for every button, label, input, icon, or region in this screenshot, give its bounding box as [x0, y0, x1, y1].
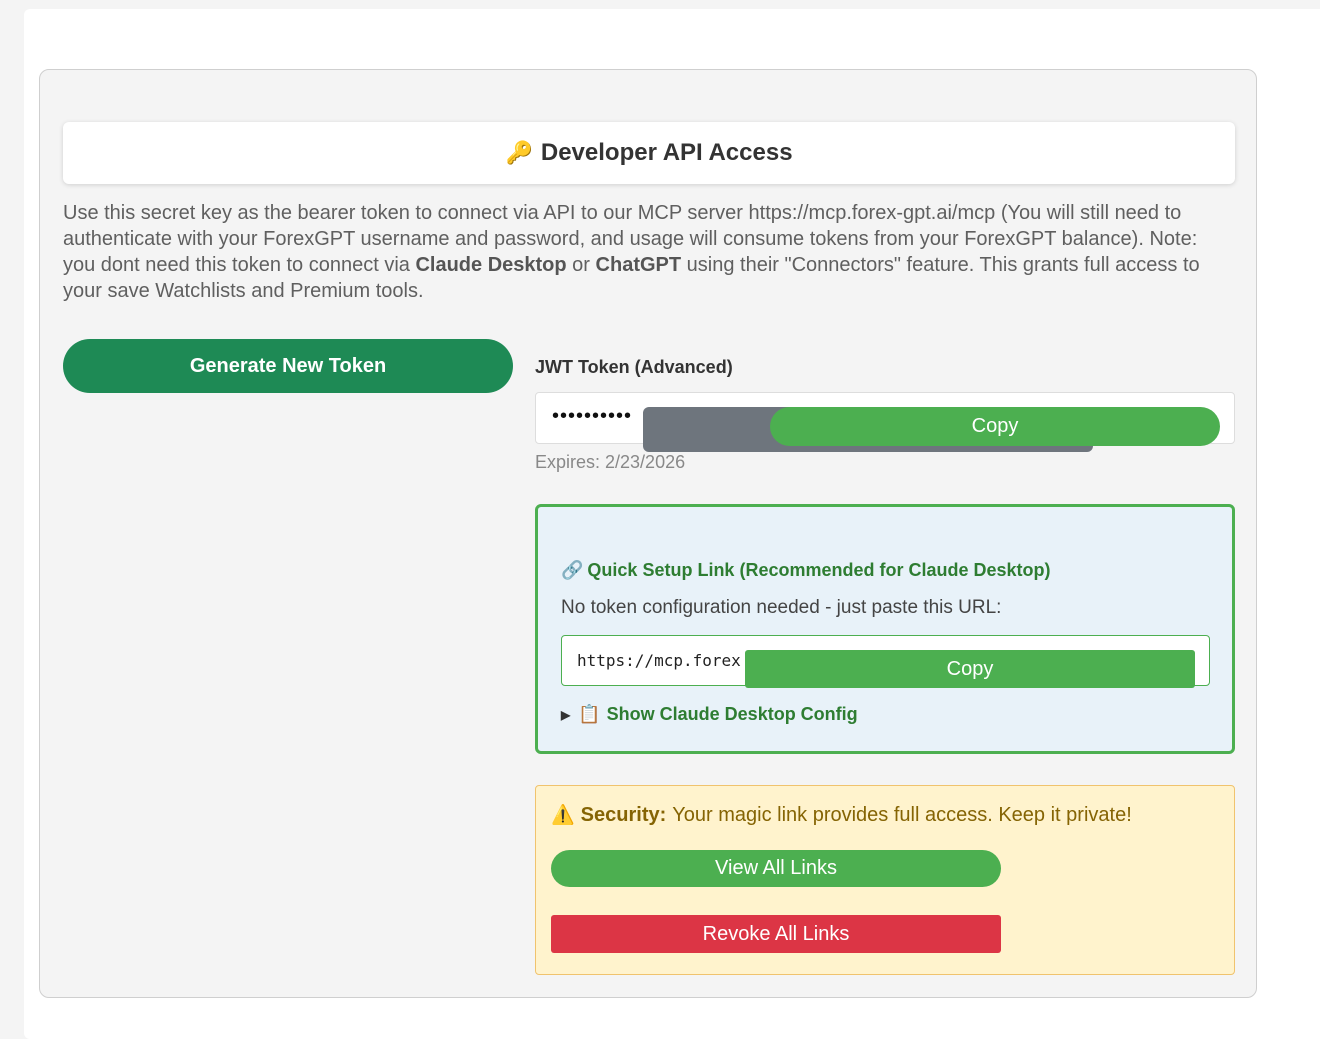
warning-icon: ⚠️ [551, 805, 575, 826]
setup-url-text: https://mcp.forex [577, 651, 741, 670]
config-toggle-label: Show Claude Desktop Config [606, 704, 858, 724]
clipboard-icon: 📋 [578, 704, 601, 724]
quick-setup-title: 🔗 Quick Setup Link (Recommended for Clau… [561, 560, 1051, 581]
link-icon: 🔗 [561, 560, 584, 580]
intro-description: Use this secret key as the bearer token … [63, 200, 1233, 304]
intro-claude-desktop: Claude Desktop [415, 254, 567, 276]
jwt-label: JWT Token (Advanced) [535, 357, 733, 377]
view-all-links-button[interactable]: View All Links [551, 850, 1001, 887]
revoke-all-links-button[interactable]: Revoke All Links [551, 915, 1001, 953]
url-copy-button[interactable]: Copy [745, 650, 1195, 688]
quick-setup-subtitle: No token configuration needed - just pas… [561, 597, 1002, 618]
triangle-right-icon: ▶ [561, 707, 571, 722]
section-title: Developer API Access [540, 139, 793, 166]
security-label: Security: [580, 803, 667, 826]
generate-token-button[interactable]: Generate New Token [63, 339, 513, 393]
security-message: ⚠️ Security: Your magic link provides fu… [551, 803, 1132, 827]
intro-chatgpt: ChatGPT [595, 254, 682, 276]
show-config-toggle[interactable]: ▶ 📋 Show Claude Desktop Config [561, 704, 858, 725]
section-header: 🔑 Developer API Access [63, 122, 1235, 184]
security-text: Your magic link provides full access. Ke… [672, 803, 1132, 826]
token-expiry: Expires: 2/23/2026 [535, 452, 686, 472]
jwt-copy-button[interactable]: Copy [770, 407, 1220, 446]
jwt-masked-value: •••••••••• [552, 405, 633, 427]
key-icon: 🔑 [505, 140, 533, 165]
quick-setup-title-text: Quick Setup Link (Recommended for Claude… [587, 560, 1051, 580]
intro-text-2: or [566, 254, 596, 276]
